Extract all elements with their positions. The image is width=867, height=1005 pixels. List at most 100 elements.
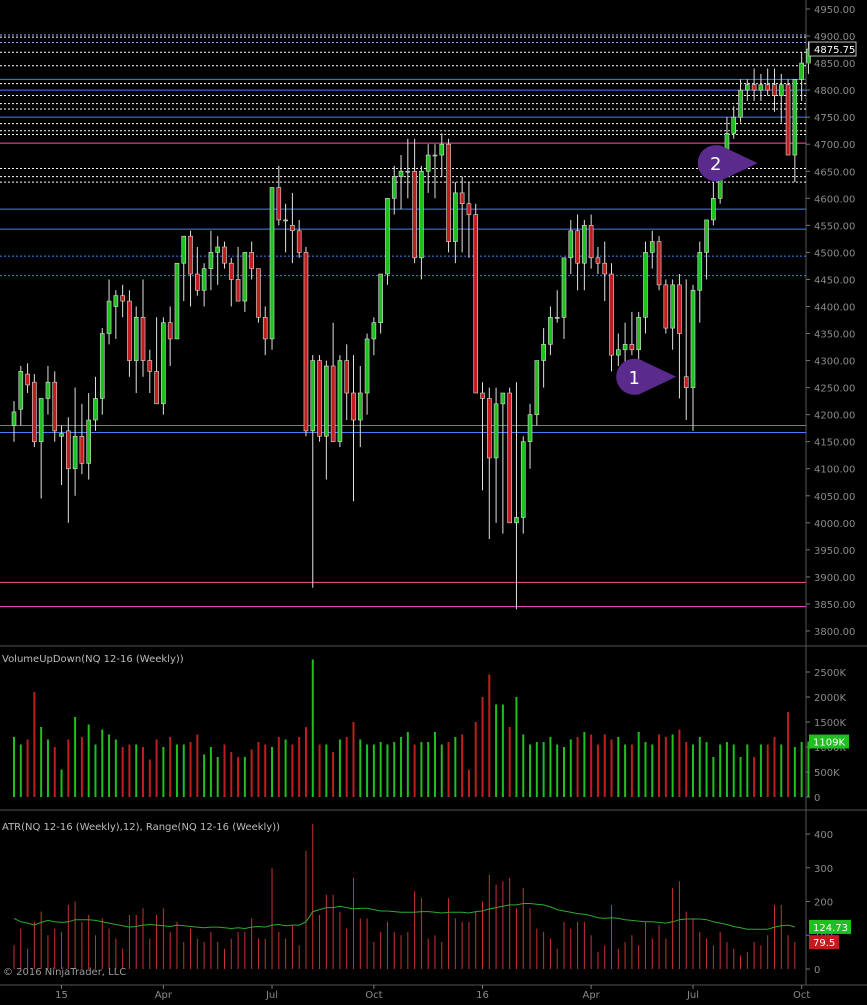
candle-body[interactable]	[201, 268, 207, 291]
candle-body[interactable]	[161, 322, 166, 405]
candle-body[interactable]	[378, 273, 383, 324]
candle-body[interactable]	[11, 411, 17, 426]
candle-body[interactable]	[548, 316, 553, 345]
candle-body[interactable]	[59, 433, 64, 437]
candle-body[interactable]	[575, 230, 580, 264]
candle-body[interactable]	[52, 381, 58, 432]
candle-body[interactable]	[269, 187, 275, 340]
candle-body[interactable]	[25, 373, 30, 386]
candle-body[interactable]	[133, 316, 139, 361]
candle-body[interactable]	[419, 170, 424, 259]
candle-body[interactable]	[154, 371, 159, 405]
candle-body[interactable]	[561, 257, 567, 318]
candle-body[interactable]	[303, 252, 309, 432]
candle-body[interactable]	[486, 398, 492, 459]
candle-body[interactable]	[215, 246, 220, 253]
candle-body[interactable]	[480, 392, 485, 399]
candle-body[interactable]	[745, 84, 750, 91]
candle-body[interactable]	[453, 192, 458, 242]
candle-body[interactable]	[86, 419, 91, 464]
candle-body[interactable]	[66, 430, 71, 470]
candle-body[interactable]	[622, 344, 628, 351]
candle-body[interactable]	[113, 295, 119, 307]
candle-body[interactable]	[351, 392, 356, 421]
candle-body[interactable]	[534, 360, 540, 415]
candle-body[interactable]	[120, 295, 125, 302]
candle-body[interactable]	[337, 360, 343, 442]
candle-body[interactable]	[432, 154, 438, 157]
candle-body[interactable]	[283, 219, 288, 222]
candle-body[interactable]	[188, 235, 193, 275]
candle-body[interactable]	[520, 441, 526, 518]
candle-body[interactable]	[765, 84, 770, 91]
candle-body[interactable]	[704, 219, 709, 253]
candle-body[interactable]	[697, 252, 703, 291]
candle-body[interactable]	[181, 235, 187, 264]
candle-body[interactable]	[72, 435, 78, 470]
candle-body[interactable]	[493, 403, 499, 459]
candle-body[interactable]	[656, 241, 662, 286]
candle-body[interactable]	[772, 84, 777, 96]
candle-body[interactable]	[568, 230, 574, 259]
candle-body[interactable]	[147, 360, 153, 372]
candle-body[interactable]	[446, 143, 451, 242]
candle-body[interactable]	[249, 252, 254, 269]
candle-body[interactable]	[711, 198, 716, 221]
candle-body[interactable]	[466, 203, 472, 215]
candle-body[interactable]	[357, 392, 363, 421]
candle-body[interactable]	[649, 241, 655, 253]
candle-body[interactable]	[385, 198, 390, 275]
candle-body[interactable]	[38, 398, 44, 442]
candle-body[interactable]	[500, 392, 506, 405]
candle-body[interactable]	[222, 246, 227, 264]
candle-body[interactable]	[208, 252, 214, 269]
candle-body[interactable]	[32, 381, 37, 442]
candle-body[interactable]	[256, 268, 261, 318]
candle-body[interactable]	[609, 273, 614, 356]
candle-body[interactable]	[758, 84, 764, 91]
candle-body[interactable]	[195, 273, 200, 291]
candle-body[interactable]	[93, 398, 98, 421]
candle-body[interactable]	[398, 170, 404, 177]
candle-body[interactable]	[582, 225, 587, 264]
candle-body[interactable]	[636, 316, 641, 351]
candle-body[interactable]	[228, 262, 234, 280]
candle-body[interactable]	[602, 262, 608, 275]
candle-body[interactable]	[324, 365, 329, 437]
candle-body[interactable]	[554, 316, 560, 319]
candle-body[interactable]	[317, 360, 322, 437]
candle-body[interactable]	[425, 154, 431, 172]
candle-body[interactable]	[174, 262, 180, 340]
candle-body[interactable]	[79, 435, 85, 464]
candle-body[interactable]	[296, 230, 302, 253]
candle-body[interactable]	[364, 338, 370, 394]
candle-body[interactable]	[778, 84, 784, 96]
candle-body[interactable]	[99, 333, 105, 399]
candle-body[interactable]	[310, 360, 316, 432]
candle-body[interactable]	[683, 376, 689, 388]
candle-body[interactable]	[677, 284, 682, 334]
candle-body[interactable]	[235, 279, 241, 302]
candle-body[interactable]	[18, 371, 24, 410]
candle-body[interactable]	[391, 176, 397, 199]
candle-body[interactable]	[643, 252, 648, 318]
candle-body[interactable]	[751, 84, 757, 91]
candle-body[interactable]	[514, 517, 519, 524]
candle-body[interactable]	[663, 284, 669, 329]
candle-body[interactable]	[785, 84, 791, 156]
candle-body[interactable]	[690, 289, 696, 388]
candle-body[interactable]	[588, 225, 594, 259]
candle-body[interactable]	[405, 170, 411, 173]
chart-canvas[interactable]: 1 2 3800.00 3850.00 3900.00 3950.00 4000.00 40…	[0, 0, 867, 1005]
candle-body[interactable]	[45, 381, 51, 399]
candle-body[interactable]	[459, 192, 465, 205]
candle-body[interactable]	[412, 170, 417, 259]
candle-body[interactable]	[127, 300, 132, 361]
candle-body[interactable]	[799, 62, 804, 80]
candle-body[interactable]	[439, 143, 445, 156]
candle-body[interactable]	[371, 322, 377, 340]
candle-body[interactable]	[140, 316, 146, 361]
candle-body[interactable]	[541, 344, 546, 361]
candle-body[interactable]	[290, 225, 295, 232]
candle-body[interactable]	[167, 322, 173, 340]
